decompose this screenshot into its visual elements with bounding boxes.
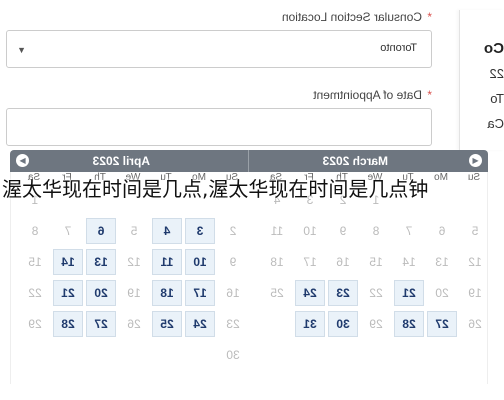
calendar-day-disabled: 13: [435, 255, 449, 269]
card-line: Co: [484, 40, 504, 57]
calendar-day-disabled: 8: [31, 224, 39, 238]
calendar-day-disabled: 30: [226, 348, 240, 362]
date-input[interactable]: [6, 108, 432, 146]
calendar-day-disabled: 19: [127, 286, 141, 300]
location-select[interactable]: Toronto ▼: [6, 30, 432, 68]
calendar-day-available[interactable]: 14: [53, 249, 83, 275]
month-title: March 2023: [322, 154, 388, 168]
calendar-day-available[interactable]: 25: [152, 311, 182, 337]
calendar-day-available[interactable]: 21: [394, 280, 424, 306]
calendar-day-disabled: 16: [336, 255, 350, 269]
calendar-day-disabled: 7: [405, 224, 413, 238]
calendar-day-available[interactable]: 31: [295, 311, 325, 337]
calendar-day-available[interactable]: 11: [152, 249, 182, 275]
calendar-day-available[interactable]: 4: [152, 218, 182, 244]
calendar-day-disabled: 25: [270, 286, 284, 300]
calendar-day-available[interactable]: 6: [86, 218, 116, 244]
calendar-day-disabled: 23: [226, 317, 240, 331]
calendar-day-disabled: 15: [369, 255, 383, 269]
card-line: Ca: [487, 116, 504, 131]
calendar-day-available[interactable]: 23: [328, 280, 358, 306]
page: Co 22 To Ca * Consular Section Location …: [0, 0, 504, 400]
calendar-day-disabled: 26: [127, 317, 141, 331]
calendar-day-disabled: 11: [270, 224, 284, 238]
calendar-day-disabled: 2: [229, 224, 237, 238]
calendar-day-available[interactable]: 27: [86, 311, 116, 337]
calendar-day-disabled: 14: [402, 255, 416, 269]
calendar-day-disabled: 5: [471, 224, 479, 238]
calendar-day-disabled: 16: [226, 286, 240, 300]
calendar-day-disabled: 19: [468, 286, 482, 300]
calendar-day-disabled: 7: [64, 224, 72, 238]
date-label: * Date of Appointment: [313, 88, 432, 102]
calendar-day-disabled: 20: [435, 286, 449, 300]
card-line: 22: [489, 66, 504, 81]
card-line: To: [490, 91, 504, 106]
caption-overlay: 渥太华现在时间是几点,渥太华现在时间是几点钟: [2, 177, 429, 201]
next-month-button[interactable]: ▶: [16, 154, 29, 167]
calendar-day-available[interactable]: 18: [152, 280, 182, 306]
calendar-day-disabled: 6: [438, 224, 446, 238]
location-value: Toronto: [380, 42, 417, 54]
calendar-day-available[interactable]: 21: [53, 280, 83, 306]
calendar-day-disabled: 29: [28, 317, 42, 331]
calendar-day-available[interactable]: 10: [185, 249, 215, 275]
calendar-day-disabled: 12: [468, 255, 482, 269]
required-mark: *: [427, 88, 432, 102]
calendar-day-disabled: 5: [130, 224, 138, 238]
calendar-day-disabled: 9: [229, 255, 237, 269]
calendar-divider: [248, 150, 249, 172]
calendar-day-disabled: 22: [28, 286, 42, 300]
calendar-day-disabled: 26: [468, 317, 482, 331]
calendar-header: ◀ March 2023 April 2023 ▶: [10, 150, 488, 172]
calendar-day-disabled: 22: [369, 286, 383, 300]
calendar-day-available[interactable]: 28: [53, 311, 83, 337]
info-card: Co 22 To Ca: [459, 10, 504, 150]
prev-month-button[interactable]: ◀: [469, 154, 482, 167]
calendar-day-available[interactable]: 30: [328, 311, 358, 337]
calendar-day-disabled: 12: [127, 255, 141, 269]
calendar-day-disabled: 15: [28, 255, 42, 269]
calendar-day-available[interactable]: 24: [185, 311, 215, 337]
calendar-day-disabled: 8: [372, 224, 380, 238]
chevron-down-icon[interactable]: ▼: [17, 45, 26, 55]
month-title: April 2023: [92, 154, 150, 168]
calendar-day-disabled: 29: [369, 317, 383, 331]
calendar-day-available[interactable]: 24: [295, 280, 325, 306]
calendar-day-available[interactable]: 3: [185, 218, 215, 244]
calendar-day-available[interactable]: 17: [185, 280, 215, 306]
calendar-day-available[interactable]: 13: [86, 249, 116, 275]
calendar-day-disabled: 10: [303, 224, 317, 238]
calendar-day-available[interactable]: 20: [86, 280, 116, 306]
calendar-day-available[interactable]: 28: [394, 311, 424, 337]
required-mark: *: [427, 10, 432, 24]
calendar-day-disabled: 17: [303, 255, 317, 269]
location-label: * Consular Section Location: [281, 10, 432, 24]
calendar-day-disabled: 9: [339, 224, 347, 238]
calendar-day-disabled: 18: [270, 255, 284, 269]
calendar-day-available[interactable]: 27: [427, 311, 457, 337]
